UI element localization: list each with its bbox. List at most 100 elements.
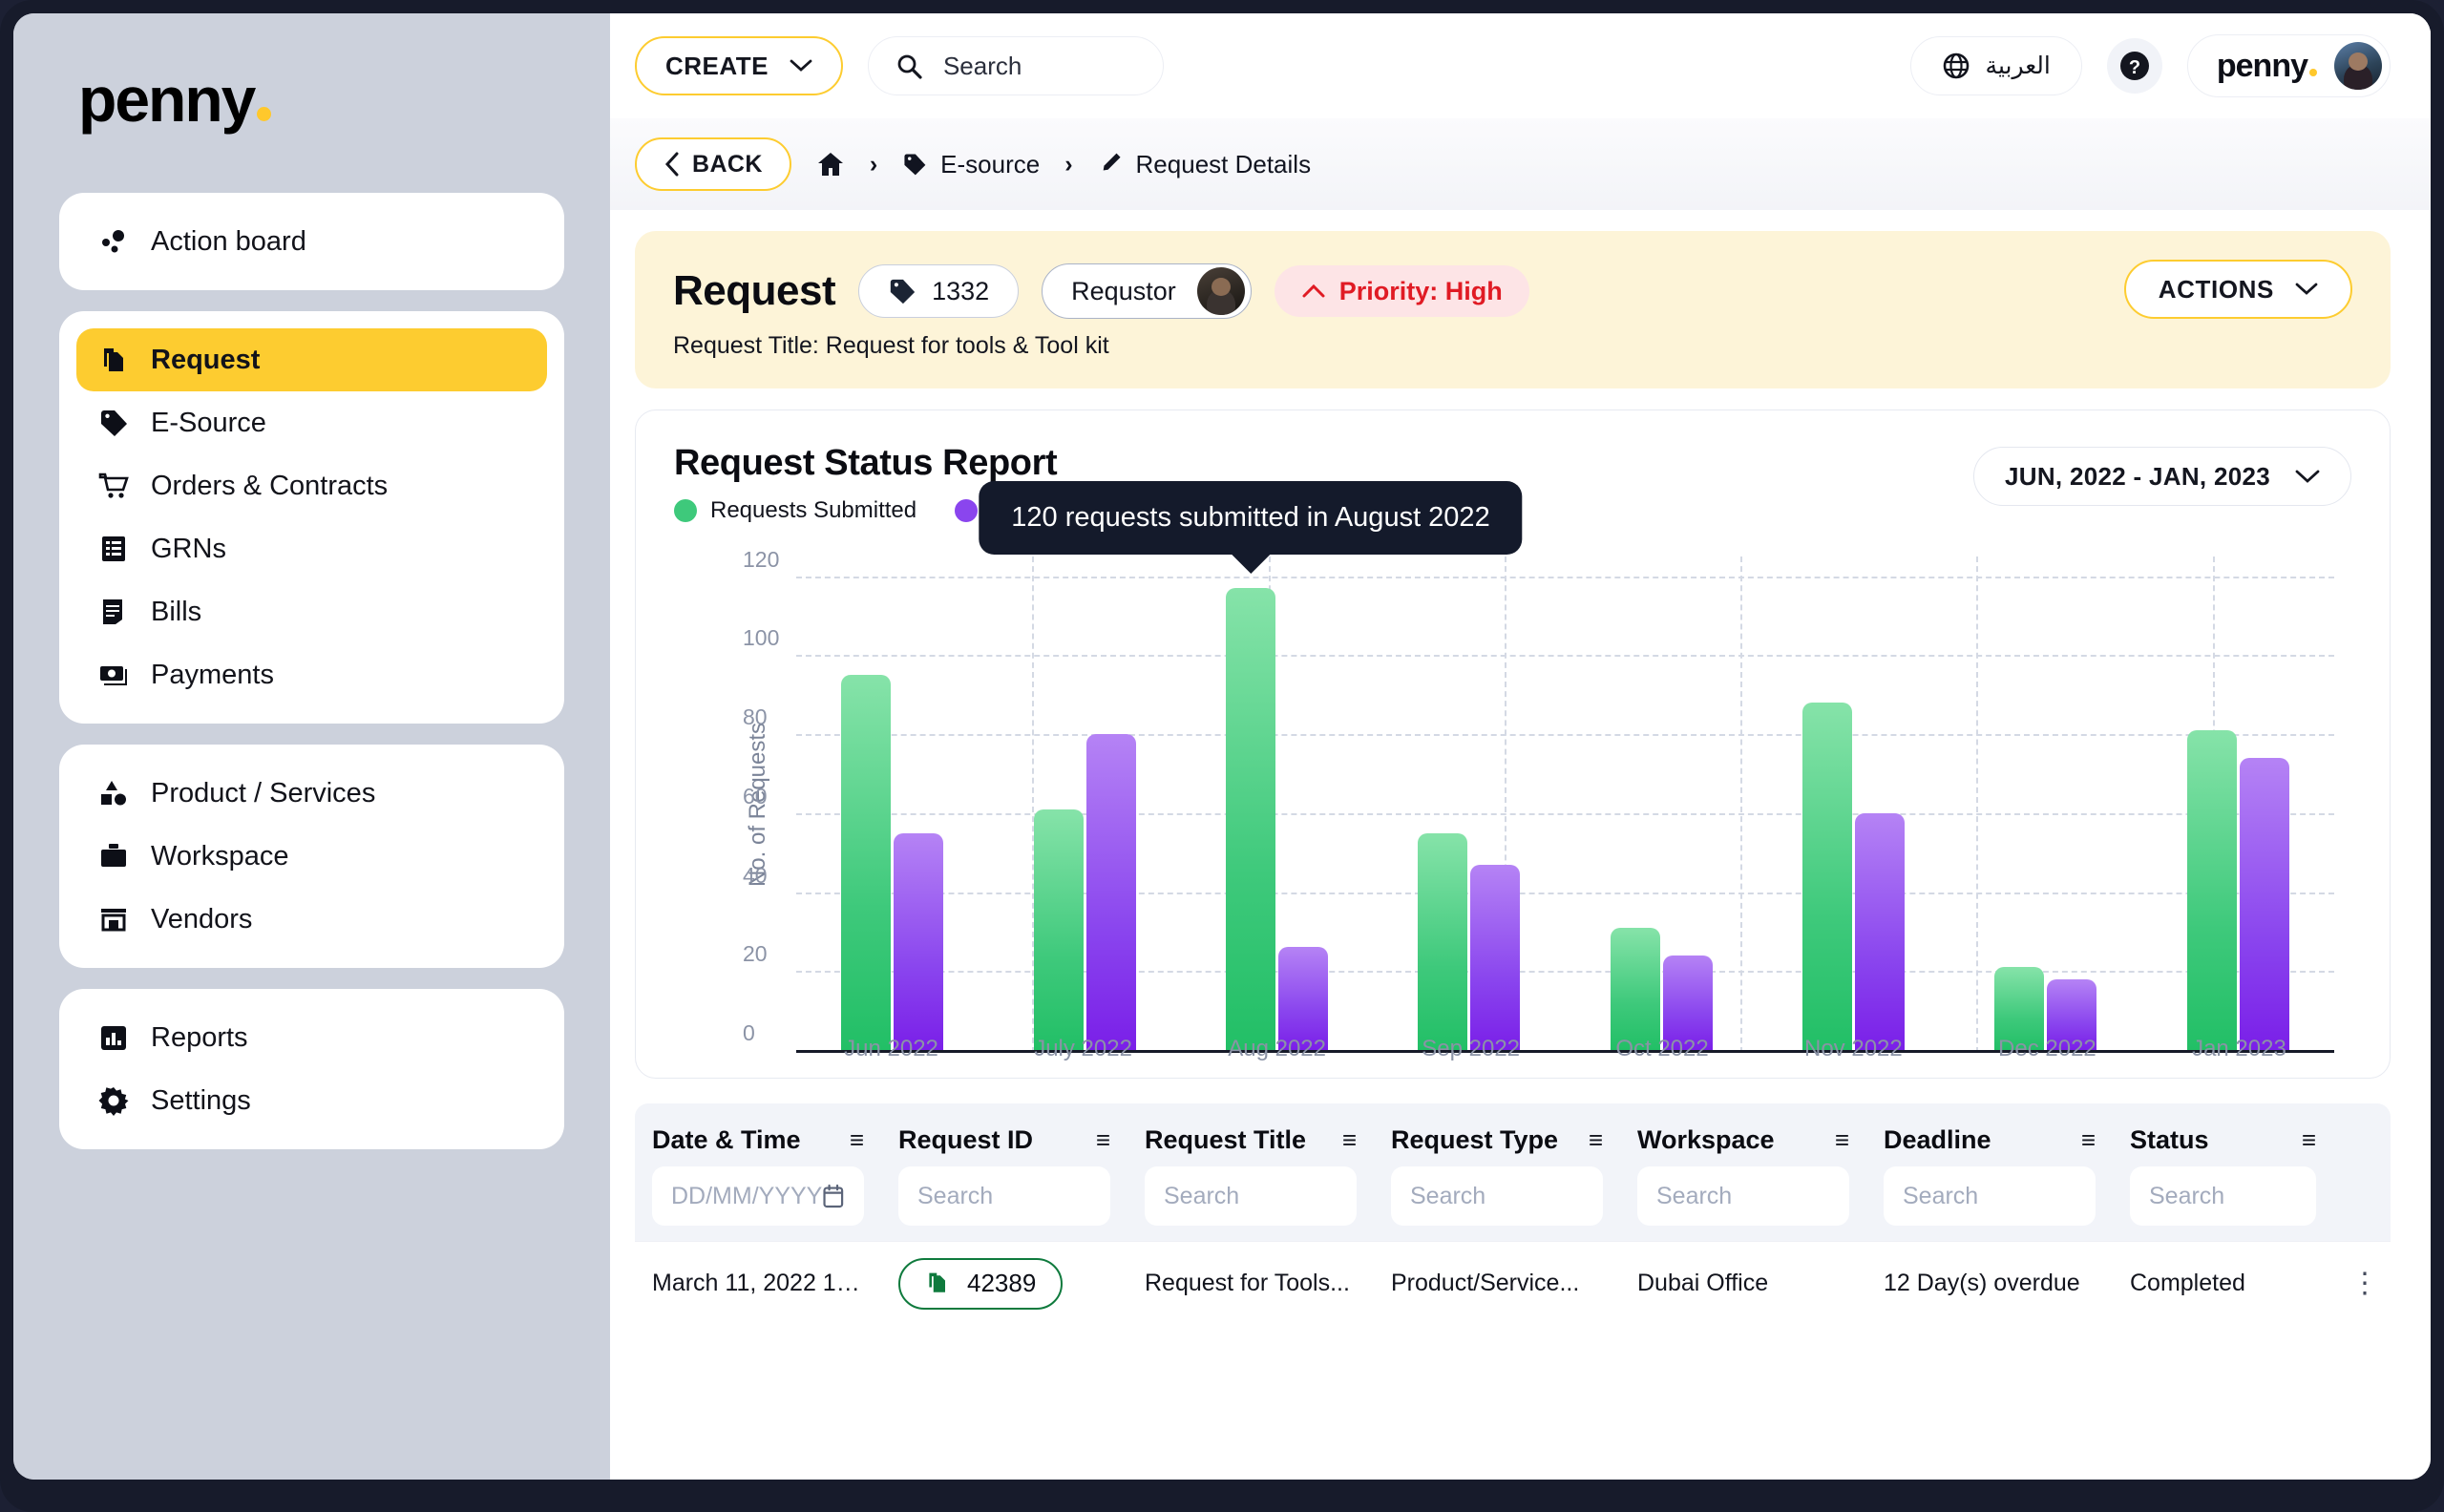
table-filter-cell: Search (1866, 1166, 2113, 1226)
bar-submitted[interactable] (1802, 703, 1853, 1050)
bar-group (1610, 556, 1713, 1050)
create-button[interactable]: CREATE (635, 36, 843, 95)
cell-date-time: March 11, 2022 12:08 (652, 1270, 881, 1296)
filter-placeholder: Search (1164, 1182, 1240, 1209)
sidebar-item-grns[interactable]: GRNs (76, 517, 547, 580)
requestor-chip[interactable]: Requstor (1042, 263, 1252, 319)
table-filter-row: DD/MM/YYYY Search Search Search Search Search… (635, 1166, 2391, 1226)
breadcrumb-item-request-details[interactable]: Request Details (1098, 150, 1311, 179)
sidebar-item-label: Payments (151, 659, 274, 690)
column-menu-icon[interactable]: ≡ (1342, 1127, 1357, 1152)
bar-approved[interactable] (1277, 947, 1328, 1050)
cell-deadline: 12 Day(s) overdue (1884, 1270, 2080, 1296)
column-header-label: Request Title (1145, 1124, 1307, 1154)
x-axis-tick: Aug 2022 (1228, 1036, 1326, 1061)
sidebar-item-workspace[interactable]: Workspace (76, 825, 547, 888)
bar-submitted[interactable] (1225, 588, 1275, 1050)
breadcrumb-item-home[interactable] (816, 150, 845, 178)
y-axis-tick: 20 (743, 941, 768, 967)
column-menu-icon[interactable]: ≡ (850, 1127, 864, 1152)
sidebar-item-vendors[interactable]: Vendors (76, 888, 547, 951)
column-header-label: Request ID (898, 1124, 1034, 1154)
requestor-label: Requstor (1071, 276, 1176, 305)
x-axis-tick: Nov 2022 (1804, 1036, 1903, 1061)
chevron-down-icon (2295, 470, 2320, 483)
filter-input[interactable]: Search (1391, 1166, 1603, 1226)
search-input[interactable]: Search (867, 36, 1164, 95)
sidebar-item-orders-contracts[interactable]: Orders & Contracts (76, 454, 547, 517)
cell-request-type: Product/Service... (1391, 1270, 1580, 1296)
table-row[interactable]: March 11, 2022 12:08 42389 Request for Too… (635, 1241, 2391, 1325)
avatar[interactable] (2334, 42, 2382, 90)
sidebar-item-reports[interactable]: Reports (76, 1006, 547, 1069)
app-screen: penny Action board Request E-Source Orde… (13, 13, 2431, 1480)
gear-icon (97, 1084, 130, 1117)
language-label: العربية (1985, 52, 2051, 79)
sidebar-item-e-source[interactable]: E-Source (76, 391, 547, 454)
sidebar-item-label: Reports (151, 1021, 248, 1053)
bar-approved[interactable] (1085, 734, 1136, 1050)
y-axis-tick: 80 (743, 704, 768, 730)
column-menu-icon[interactable]: ≡ (1589, 1127, 1603, 1152)
bar-submitted[interactable] (2186, 729, 2237, 1050)
sidebar-item-action-board[interactable]: Action board (76, 210, 547, 273)
sidebar-item-product-services[interactable]: Product / Services (76, 762, 547, 825)
bar-approved[interactable] (1855, 812, 1906, 1050)
chevron-down-icon (2295, 283, 2318, 295)
bar-group (1225, 556, 1328, 1050)
help-button[interactable]: ? (2106, 38, 2162, 94)
cell-workspace: Dubai Office (1637, 1270, 1769, 1296)
breadcrumb-item-e-source[interactable]: E-source (902, 150, 1040, 179)
user-menu[interactable]: penny (2186, 34, 2391, 97)
column-header-label: Request Type (1391, 1124, 1559, 1154)
request-banner: Request 1332 Requstor Priority: High Req… (635, 231, 2391, 388)
bar-approved[interactable] (894, 832, 944, 1050)
filter-placeholder: Search (1903, 1182, 1979, 1209)
date-range-selector[interactable]: JUN, 2022 - JAN, 2023 (1972, 447, 2351, 506)
row-menu-icon[interactable]: ⋮ (2333, 1269, 2391, 1297)
filter-input[interactable]: DD/MM/YYYY (652, 1166, 864, 1226)
bar-approved[interactable] (2239, 757, 2289, 1050)
sidebar-item-bills[interactable]: Bills (76, 580, 547, 643)
back-button[interactable]: BACK (635, 137, 791, 191)
requests-table: Date & Time ≡ Request ID ≡ Request Title ≡ Req… (635, 1103, 2391, 1480)
status-badge: Priority: High (1274, 265, 1529, 317)
calendar-icon[interactable] (822, 1182, 845, 1210)
filter-input[interactable]: Search (1637, 1166, 1849, 1226)
logo-text: penny (78, 64, 256, 135)
bar-submitted[interactable] (1033, 808, 1084, 1050)
sidebar-item-request[interactable]: Request (76, 328, 547, 391)
cell-request-id: 42389 (881, 1257, 1127, 1310)
filter-placeholder: Search (1410, 1182, 1486, 1209)
bar-approved[interactable] (1470, 864, 1521, 1050)
shapes-icon (97, 777, 130, 809)
legend-item-submitted[interactable]: Requests Submitted (674, 497, 916, 524)
column-menu-icon[interactable]: ≡ (1835, 1127, 1849, 1152)
chevron-left-icon (664, 152, 679, 177)
bar-submitted[interactable] (1418, 832, 1468, 1050)
filter-placeholder: Search (917, 1182, 994, 1209)
column-menu-icon[interactable]: ≡ (1096, 1127, 1110, 1152)
sidebar-item-label: Orders & Contracts (151, 470, 389, 501)
request-title-text: Request Title: Request for tools & Tool … (673, 332, 1109, 359)
table-column-header: Deadline ≡ (1866, 1113, 2113, 1166)
app-logo[interactable]: penny (59, 13, 564, 193)
sidebar: penny Action board Request E-Source Orde… (13, 13, 610, 1480)
column-menu-icon[interactable]: ≡ (2302, 1127, 2316, 1152)
column-menu-icon[interactable]: ≡ (2081, 1127, 2096, 1152)
sidebar-item-payments[interactable]: Payments (76, 643, 547, 706)
table-filter-cell: Search (881, 1166, 1127, 1226)
filter-input[interactable]: Search (1145, 1166, 1357, 1226)
bar-submitted[interactable] (841, 675, 892, 1050)
language-switcher[interactable]: العربية (1909, 36, 2082, 95)
request-id-chip[interactable]: 1332 (858, 264, 1020, 318)
filter-input[interactable]: Search (2130, 1166, 2316, 1226)
request-id-chip[interactable]: 42389 (898, 1257, 1064, 1310)
filter-input[interactable]: Search (898, 1166, 1110, 1226)
actions-button[interactable]: ACTIONS (2123, 260, 2352, 319)
table-filter-cell: Search (1127, 1166, 1374, 1226)
sidebar-item-settings[interactable]: Settings (76, 1069, 547, 1132)
bar-submitted[interactable] (1610, 927, 1660, 1050)
column-header-label: Workspace (1637, 1124, 1775, 1154)
filter-input[interactable]: Search (1884, 1166, 2096, 1226)
